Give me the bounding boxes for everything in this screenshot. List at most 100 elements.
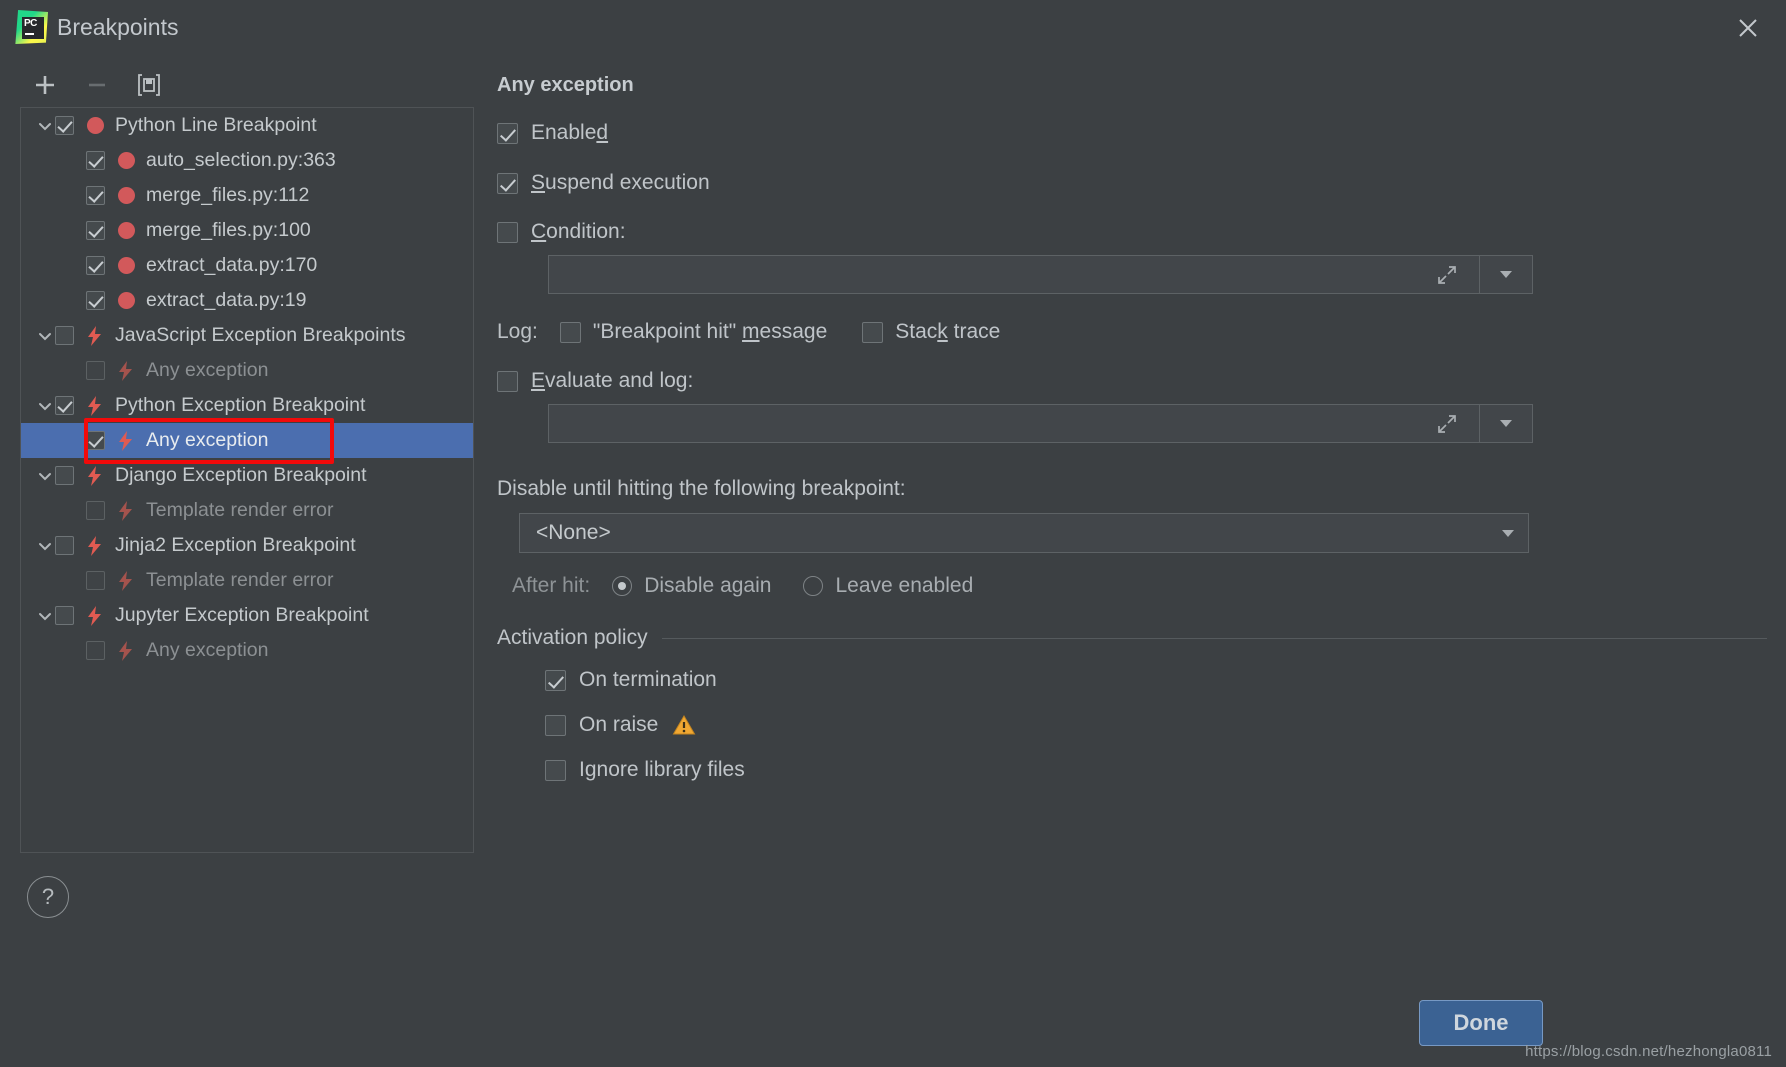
condition-label: Condition: — [531, 220, 626, 243]
evaluate-history-dropdown[interactable] — [1479, 404, 1532, 443]
chevron-down-icon[interactable] — [35, 328, 55, 344]
tree-row[interactable]: JavaScript Exception Breakpoints — [21, 318, 473, 353]
after-hit-label: After hit: — [512, 574, 591, 597]
ignore-library-files-checkbox[interactable] — [545, 759, 566, 781]
evaluate-and-log-checkbox[interactable] — [497, 370, 518, 392]
detail-title: Any exception — [497, 74, 634, 96]
expand-editor-icon[interactable] — [1436, 264, 1458, 286]
tree-row-checkbox[interactable] — [55, 606, 74, 625]
tree-row[interactable]: Template render error — [21, 493, 473, 528]
evaluate-and-log-checkbox-row[interactable]: Evaluate and log: — [497, 369, 1767, 393]
disable-until-dropdown[interactable]: <None> — [519, 513, 1529, 553]
suspend-execution-checkbox[interactable] — [497, 172, 518, 194]
breakpoint-dot-icon — [113, 187, 139, 204]
group-divider — [661, 637, 1767, 639]
tree-row-checkbox[interactable] — [86, 641, 105, 660]
chevron-down-icon[interactable] — [35, 398, 55, 414]
log-stack-trace-checkbox[interactable] — [862, 321, 884, 343]
on-termination-checkbox[interactable] — [545, 669, 566, 691]
exception-bolt-icon — [82, 325, 108, 347]
log-breakpoint-hit-label: "Breakpoint hit" message — [592, 320, 828, 343]
close-icon[interactable] — [1728, 8, 1768, 48]
chevron-down-icon[interactable] — [35, 468, 55, 484]
tree-row-checkbox[interactable] — [86, 571, 105, 590]
tree-row-label: Python Exception Breakpoint — [115, 394, 366, 416]
after-hit-disable-again-option[interactable]: Disable again — [612, 574, 771, 598]
exception-bolt-icon — [113, 430, 139, 452]
tree-row-checkbox[interactable] — [86, 186, 105, 205]
condition-checkbox[interactable] — [497, 221, 518, 243]
condition-history-dropdown[interactable] — [1479, 255, 1532, 294]
tree-row[interactable]: merge_files.py:100 — [21, 213, 473, 248]
mute-breakpoints-button[interactable] — [132, 68, 166, 102]
tree-row-label: Template render error — [146, 569, 334, 591]
log-label: Log: — [497, 320, 538, 343]
log-breakpoint-hit-row[interactable]: "Breakpoint hit" message — [559, 320, 828, 344]
done-button[interactable]: Done — [1419, 1000, 1543, 1046]
tree-row[interactable]: Jupyter Exception Breakpoint — [21, 598, 473, 633]
log-stack-trace-row[interactable]: Stack trace — [862, 320, 1000, 344]
tree-row[interactable]: Any exception — [21, 633, 473, 668]
exception-bolt-icon — [113, 640, 139, 662]
tree-row-checkbox[interactable] — [86, 151, 105, 170]
disable-until-title: Disable until hitting the following brea… — [497, 477, 906, 500]
after-hit-leave-enabled-label: Leave enabled — [835, 574, 974, 597]
tree-row[interactable]: Jinja2 Exception Breakpoint — [21, 528, 473, 563]
tree-row-label: Any exception — [146, 359, 269, 381]
breakpoints-tree[interactable]: Python Line Breakpoint auto_selection.py:… — [20, 107, 474, 853]
log-options-row: Log: "Breakpoint hit" message Stack trac… — [497, 320, 1767, 344]
tree-row-label: Template render error — [146, 499, 334, 521]
breakpoint-detail-panel: Any exception Enabled Suspend execution … — [497, 66, 1767, 803]
chevron-down-icon — [1500, 271, 1512, 278]
after-hit-leave-enabled-option[interactable]: Leave enabled — [803, 574, 973, 598]
tree-row[interactable]: extract_data.py:19 — [21, 283, 473, 318]
tree-row-checkbox[interactable] — [55, 536, 74, 555]
tree-row[interactable]: merge_files.py:112 — [21, 178, 473, 213]
add-breakpoint-button[interactable] — [28, 68, 62, 102]
after-hit-disable-again-label: Disable again — [644, 574, 772, 597]
on-raise-row[interactable]: On raise — [545, 713, 1767, 737]
suspend-execution-checkbox-row[interactable]: Suspend execution — [497, 171, 1767, 195]
after-hit-row: After hit: Disable again Leave enabled — [512, 574, 1767, 598]
condition-checkbox-row[interactable]: Condition: — [497, 220, 1767, 244]
remove-breakpoint-button[interactable] — [80, 68, 114, 102]
tree-row[interactable]: Any exception — [21, 353, 473, 388]
enabled-checkbox-row[interactable]: Enabled — [497, 121, 1767, 145]
log-breakpoint-hit-checkbox[interactable] — [559, 321, 581, 343]
expand-editor-icon[interactable] — [1436, 413, 1458, 435]
ignore-library-files-row[interactable]: Ignore library files — [545, 758, 1767, 782]
enabled-checkbox[interactable] — [497, 122, 518, 144]
ignore-library-files-label: Ignore library files — [579, 758, 745, 781]
on-termination-row[interactable]: On termination — [545, 668, 1767, 692]
after-hit-leave-enabled-radio[interactable] — [803, 576, 824, 596]
tree-row-checkbox[interactable] — [86, 501, 105, 520]
tree-row-checkbox[interactable] — [55, 466, 74, 485]
tree-row-checkbox[interactable] — [86, 291, 105, 310]
pycharm-logo-text: PC — [24, 18, 37, 29]
chevron-down-icon[interactable] — [35, 118, 55, 134]
on-raise-checkbox[interactable] — [545, 714, 566, 736]
tree-row[interactable]: Python Line Breakpoint — [21, 108, 473, 143]
tree-row-checkbox[interactable] — [86, 221, 105, 240]
tree-row[interactable]: Template render error — [21, 563, 473, 598]
exception-bolt-icon — [113, 570, 139, 592]
tree-row-label: Django Exception Breakpoint — [115, 464, 367, 486]
help-button[interactable]: ? — [27, 876, 69, 918]
condition-input[interactable] — [548, 255, 1533, 294]
tree-row-label: merge_files.py:100 — [146, 219, 311, 241]
tree-row[interactable]: Django Exception Breakpoint — [21, 458, 473, 493]
tree-row-checkbox[interactable] — [86, 256, 105, 275]
tree-row-checkbox[interactable] — [86, 431, 105, 450]
tree-row-checkbox[interactable] — [55, 326, 74, 345]
tree-row[interactable]: Any exception — [21, 423, 473, 458]
tree-row-checkbox[interactable] — [55, 396, 74, 415]
tree-row[interactable]: extract_data.py:170 — [21, 248, 473, 283]
tree-row[interactable]: Python Exception Breakpoint — [21, 388, 473, 423]
chevron-down-icon[interactable] — [35, 538, 55, 554]
evaluate-and-log-input[interactable] — [548, 404, 1533, 443]
tree-row[interactable]: auto_selection.py:363 — [21, 143, 473, 178]
tree-row-checkbox[interactable] — [86, 361, 105, 380]
after-hit-disable-again-radio[interactable] — [612, 576, 633, 596]
tree-row-checkbox[interactable] — [55, 116, 74, 135]
chevron-down-icon[interactable] — [35, 608, 55, 624]
